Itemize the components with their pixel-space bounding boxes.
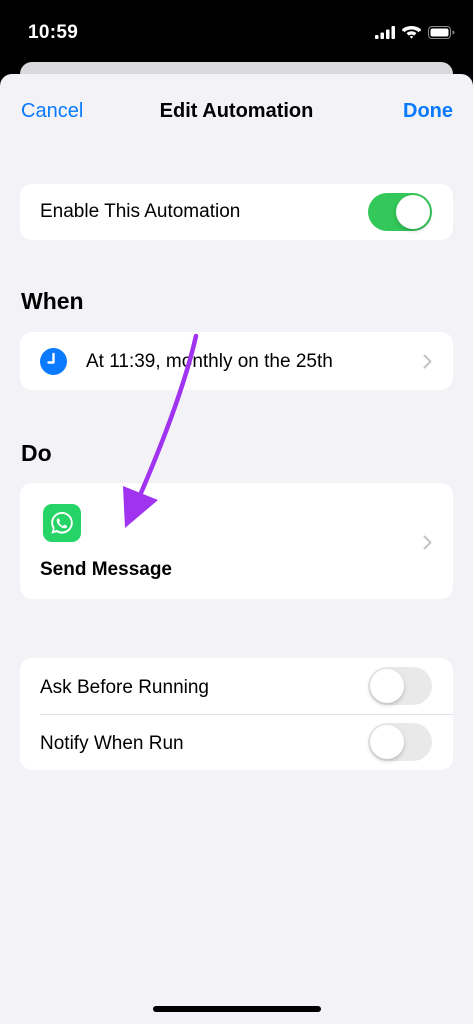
ask-before-running-label: Ask Before Running — [40, 677, 209, 698]
do-header: Do — [21, 440, 52, 466]
done-button[interactable]: Done — [403, 100, 453, 123]
chevron-right-icon — [423, 354, 432, 369]
options-group: Ask Before Running Notify When Run — [20, 658, 453, 770]
navigation-bar: Cancel Edit Automation Done — [0, 74, 473, 148]
notify-when-run-toggle[interactable] — [368, 723, 432, 761]
enable-automation-toggle[interactable] — [368, 193, 432, 231]
toggle-knob — [370, 669, 404, 703]
cellular-signal-icon — [375, 25, 395, 39]
enable-automation-label: Enable This Automation — [40, 201, 241, 222]
ask-before-running-toggle[interactable] — [368, 667, 432, 705]
whatsapp-icon — [43, 504, 81, 542]
status-time: 10:59 — [28, 22, 79, 43]
when-header: When — [21, 288, 84, 314]
when-trigger-text: At 11:39, monthly on the 25th — [86, 351, 333, 372]
status-icons — [375, 25, 455, 39]
clock-icon — [40, 348, 67, 375]
when-trigger-row[interactable]: At 11:39, monthly on the 25th — [20, 332, 453, 390]
enable-automation-row: Enable This Automation — [20, 184, 453, 240]
chevron-right-icon — [423, 535, 432, 550]
toggle-knob — [370, 725, 404, 759]
toggle-knob — [396, 195, 430, 229]
wifi-icon — [402, 26, 421, 39]
notify-when-run-label: Notify When Run — [40, 733, 184, 754]
do-action-row[interactable]: Send Message — [20, 483, 453, 599]
action-label: Send Message — [40, 559, 172, 580]
home-indicator — [153, 1006, 321, 1012]
divider — [40, 714, 453, 715]
battery-icon — [428, 25, 455, 39]
edit-automation-sheet: Cancel Edit Automation Done Enable This … — [0, 74, 473, 1024]
